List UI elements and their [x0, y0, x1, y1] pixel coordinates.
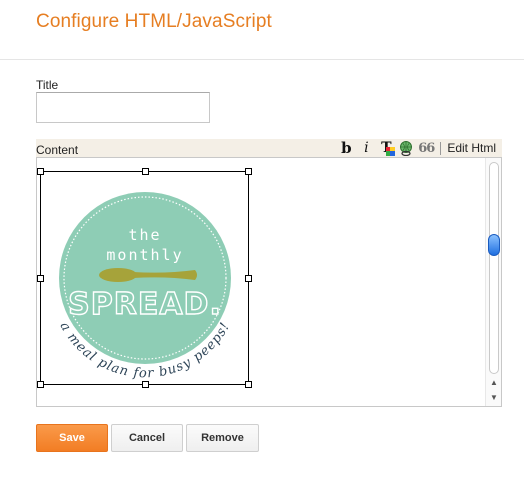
scrollbar-track[interactable]: [489, 162, 499, 374]
bold-icon[interactable]: b: [336, 139, 356, 157]
text-color-icon[interactable]: T: [376, 139, 396, 157]
logo-circle: [59, 192, 231, 364]
title-input[interactable]: [36, 92, 210, 123]
edit-html-link[interactable]: Edit Html: [447, 141, 496, 155]
resize-handle-se[interactable]: [245, 381, 252, 388]
selected-image[interactable]: the monthly SPREAD. a meal plan for busy…: [37, 168, 252, 388]
logo-the: the: [128, 226, 161, 244]
header: Configure HTML/JavaScript: [0, 0, 524, 60]
content-editor[interactable]: the monthly SPREAD. a meal plan for busy…: [36, 157, 502, 407]
italic-glyph: i: [364, 140, 369, 156]
quote-glyph: 66: [418, 140, 435, 156]
resize-handle-ne[interactable]: [245, 168, 252, 175]
content-label: Content: [36, 143, 79, 157]
scroll-down-arrow-icon[interactable]: ▼: [489, 393, 499, 403]
quote-icon[interactable]: 66: [416, 139, 436, 157]
link-icon[interactable]: [396, 139, 416, 157]
logo-monthly: monthly: [106, 246, 183, 264]
page-title: Configure HTML/JavaScript: [36, 11, 272, 32]
resize-handle-e[interactable]: [245, 275, 252, 282]
resize-handle-n[interactable]: [142, 168, 149, 175]
editor-toolbar: b i T 66 Edit Html: [336, 139, 502, 157]
resize-handle-w[interactable]: [37, 275, 44, 282]
monthly-spread-logo: the monthly SPREAD. a meal plan for busy…: [57, 192, 232, 381]
cancel-button[interactable]: Cancel: [111, 424, 183, 452]
title-label: Title: [36, 78, 59, 92]
toolbar-divider: [440, 141, 442, 155]
resize-handle-sw[interactable]: [37, 381, 44, 388]
italic-icon[interactable]: i: [356, 139, 376, 157]
editor-scrollbar[interactable]: ▲ ▼: [485, 158, 501, 406]
resize-handle-nw[interactable]: [37, 168, 44, 175]
scrollbar-thumb[interactable]: [488, 234, 500, 256]
color-swatch-icon: [386, 147, 396, 156]
scroll-up-arrow-icon[interactable]: ▲: [489, 378, 499, 388]
save-button[interactable]: Save: [36, 424, 108, 452]
link-globe-icon: [400, 141, 413, 156]
bold-glyph: b: [341, 139, 352, 157]
content-toolbar-bar: Content b i T 66 Edit Html: [36, 139, 502, 157]
logo-spread: SPREAD.: [68, 287, 222, 322]
remove-button[interactable]: Remove: [186, 424, 259, 452]
